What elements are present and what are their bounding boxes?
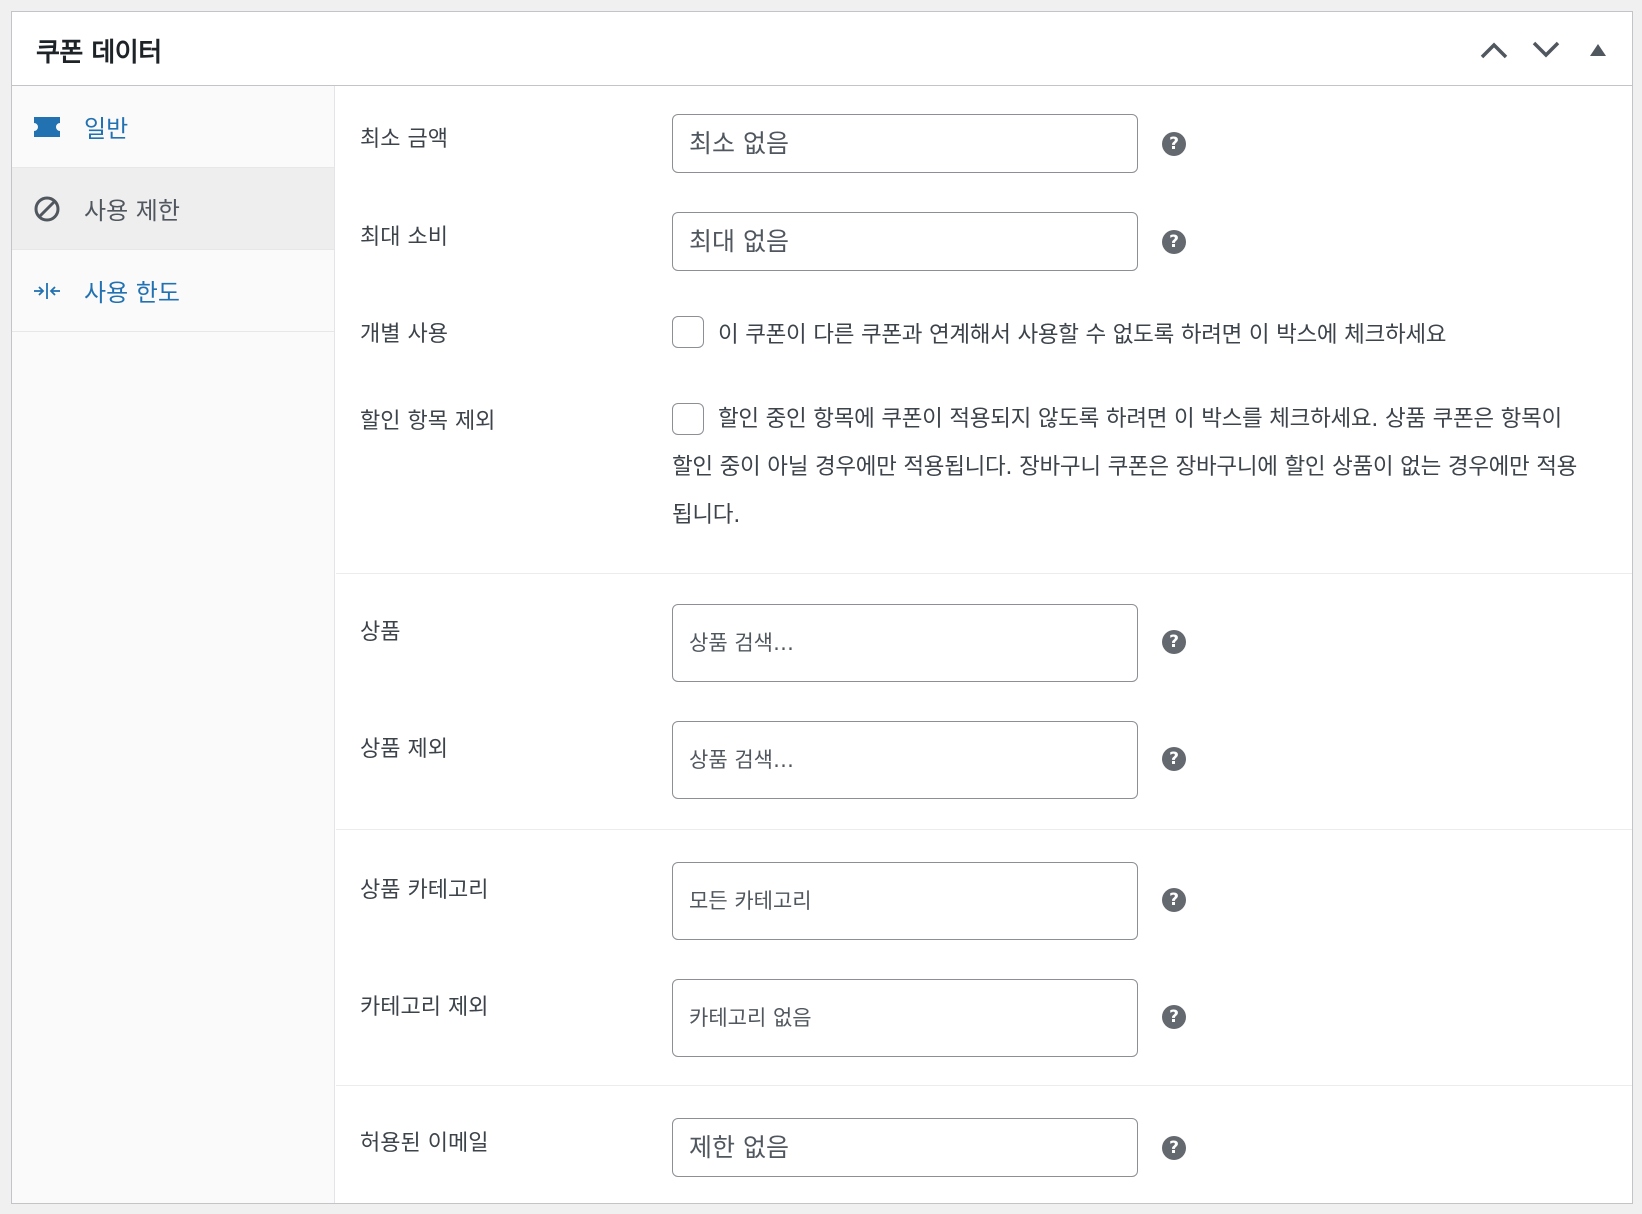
amount-options-group: 최소 금액 ? 최대 소비 ? 개별 사용 이 쿠폰이 다른 쿠폰과 연계해서 … — [336, 86, 1632, 574]
maximum-amount-help-icon[interactable]: ? — [1162, 230, 1186, 254]
panel-handle-actions — [1472, 28, 1620, 72]
ban-icon — [32, 194, 62, 224]
tab-general[interactable]: 일반 — [12, 86, 334, 168]
exclude-products-search-input[interactable] — [672, 721, 1138, 799]
exclude-sale-items-label: 할인 항목 제외 — [360, 409, 496, 434]
tab-general-label: 일반 — [84, 115, 129, 143]
exclude-categories-input[interactable] — [672, 979, 1138, 1057]
maximum-amount-label: 최대 소비 — [360, 225, 448, 250]
chevron-down-icon — [1532, 41, 1560, 58]
move-down-button[interactable] — [1524, 28, 1568, 72]
product-categories-help-icon[interactable]: ? — [1162, 888, 1186, 912]
individual-use-checkbox[interactable] — [672, 316, 704, 348]
tab-usage-limits[interactable]: 사용 한도 — [12, 250, 334, 332]
toggle-panel-button[interactable] — [1576, 28, 1620, 72]
triangle-up-icon — [1590, 44, 1606, 56]
allowed-emails-label: 허용된 이메일 — [360, 1131, 489, 1156]
minimum-amount-help-icon[interactable]: ? — [1162, 132, 1186, 156]
exclude-categories-help-icon[interactable]: ? — [1162, 1005, 1186, 1029]
product-categories-input[interactable] — [672, 862, 1138, 940]
move-up-button[interactable] — [1472, 28, 1516, 72]
usage-restriction-panel: 최소 금액 ? 최대 소비 ? 개별 사용 이 쿠폰이 다른 쿠폰과 연계해서 … — [336, 86, 1632, 1203]
chevron-up-icon — [1480, 42, 1508, 59]
collapse-arrows-icon — [32, 276, 62, 306]
coupon-tabs-sidebar: 일반 사용 제한 사용 한도 — [12, 86, 335, 1203]
tab-usage-restriction-label: 사용 제한 — [84, 197, 180, 225]
minimum-amount-input[interactable] — [672, 114, 1138, 173]
allowed-emails-help-icon[interactable]: ? — [1162, 1136, 1186, 1160]
allowed-emails-group: 허용된 이메일 ? — [336, 1086, 1632, 1206]
ticket-icon — [32, 112, 62, 142]
panel-title: 쿠폰 데이터 — [36, 38, 162, 68]
tab-usage-limits-label: 사용 한도 — [84, 279, 180, 307]
products-help-icon[interactable]: ? — [1162, 630, 1186, 654]
individual-use-label: 개별 사용 — [360, 322, 448, 347]
allowed-emails-input[interactable] — [672, 1118, 1138, 1177]
exclude-categories-label: 카테고리 제외 — [360, 995, 489, 1020]
products-group: 상품 ? 상품 제외 ? — [336, 574, 1632, 830]
maximum-amount-input[interactable] — [672, 212, 1138, 271]
products-search-input[interactable] — [672, 604, 1138, 682]
exclude-products-help-icon[interactable]: ? — [1162, 747, 1186, 771]
exclude-products-label: 상품 제외 — [360, 737, 448, 762]
panel-header: 쿠폰 데이터 — [12, 12, 1632, 86]
products-label: 상품 — [360, 620, 401, 645]
exclude-sale-items-description: 할인 중인 항목에 쿠폰이 적용되지 않도록 하려면 이 박스를 체크하세요. … — [672, 406, 1578, 528]
minimum-amount-label: 최소 금액 — [360, 127, 448, 152]
categories-group: 상품 카테고리 ? 카테고리 제외 ? — [336, 830, 1632, 1086]
product-categories-label: 상품 카테고리 — [360, 878, 489, 903]
individual-use-description: 이 쿠폰이 다른 쿠폰과 연계해서 사용할 수 없도록 하려면 이 박스에 체크… — [718, 322, 1447, 348]
coupon-data-panel: 쿠폰 데이터 일반 사용 제한 사용 한도 최소 금액 최소 없음 ? 최대 소… — [11, 11, 1633, 1204]
tab-usage-restriction[interactable]: 사용 제한 — [12, 168, 334, 250]
